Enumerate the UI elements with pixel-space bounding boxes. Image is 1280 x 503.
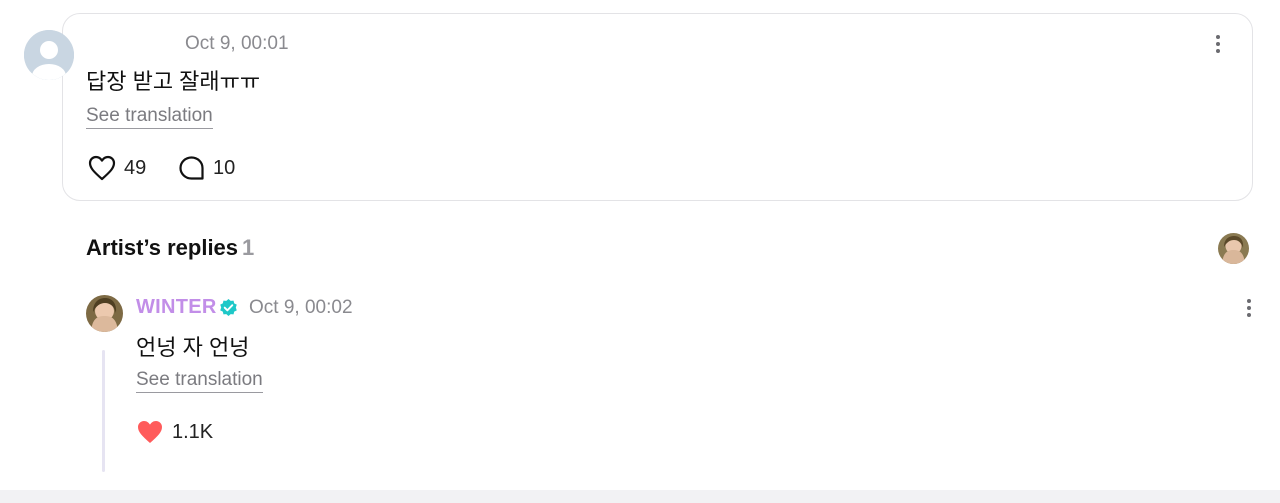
reply-more-options-button[interactable] — [1239, 295, 1259, 321]
artist-header-avatar[interactable] — [1218, 233, 1249, 264]
heart-outline-icon — [88, 155, 116, 181]
artist-replies-title: Artist’s replies — [86, 235, 239, 260]
reply-text: 언넝 자 언넝 — [136, 335, 250, 360]
comment-thread-page: Oct 9, 00:01 답장 받고 잘래ㅠㅠ See translation … — [0, 0, 1280, 503]
comment-like-count: 49 — [124, 156, 147, 179]
comment-more-options-button[interactable] — [1208, 31, 1228, 57]
commenter-avatar[interactable] — [24, 30, 74, 80]
comment-reply-button[interactable]: 10 — [178, 155, 235, 182]
bottom-divider — [0, 490, 1280, 503]
more-options-icon — [1247, 299, 1251, 303]
comment-timestamp: Oct 9, 00:01 — [185, 33, 289, 54]
reply-see-translation-link[interactable]: See translation — [136, 369, 263, 393]
comment-like-button[interactable]: 49 — [88, 155, 146, 181]
winter-avatar[interactable] — [86, 295, 123, 332]
comment-text: 답장 받고 잘래ㅠㅠ — [86, 69, 261, 94]
more-options-icon — [1216, 35, 1220, 39]
reply-author-name[interactable]: WINTER — [136, 296, 217, 319]
artist-replies-count: 1 — [242, 235, 255, 260]
verified-badge-icon — [220, 298, 237, 317]
comment-bubble-icon — [179, 156, 204, 180]
reply-like-count: 1.1K — [172, 420, 214, 443]
artist-avatar-image — [1218, 233, 1249, 264]
artist-replies-heading: Artist’s replies 1 — [86, 235, 254, 261]
artist-avatar-image — [86, 295, 123, 332]
heart-filled-icon — [138, 421, 162, 443]
reply-thread-line — [102, 350, 105, 472]
user-avatar-placeholder-icon — [24, 30, 74, 80]
comment-see-translation-link[interactable]: See translation — [86, 105, 213, 129]
reply-like-button[interactable]: 1.1K — [136, 419, 213, 445]
reply-timestamp: Oct 9, 00:02 — [249, 297, 353, 318]
comment-reply-count: 10 — [213, 157, 236, 179]
